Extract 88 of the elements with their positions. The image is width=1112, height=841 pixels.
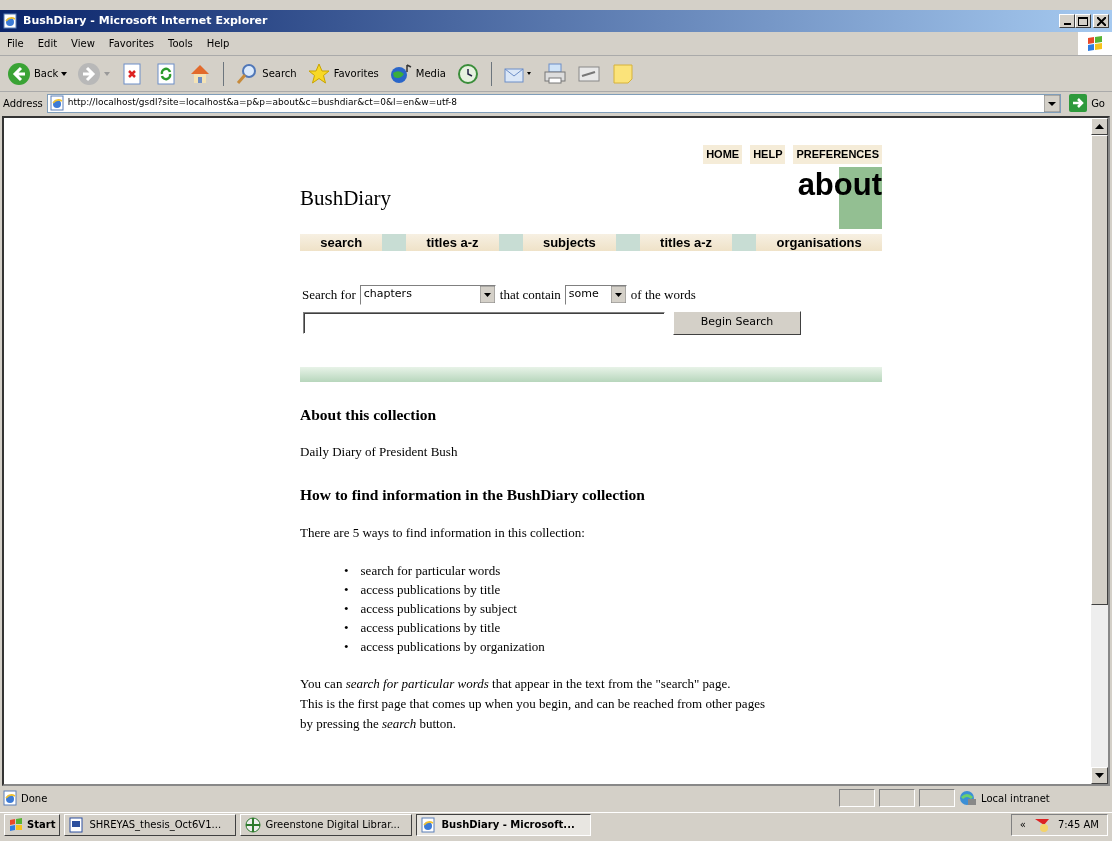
bullet: • — [344, 561, 349, 580]
paragraph: There are 5 ways to find information in this collection: — [300, 523, 586, 542]
address-label: Address — [3, 96, 43, 111]
menu-item[interactable]: View — [64, 36, 102, 51]
taskbar-button[interactable]: BushDiary - Microsoft... — [416, 813, 592, 836]
status-text: Done — [21, 791, 48, 806]
list-item: search for particular words — [360, 561, 501, 580]
windows-logo-icon — [1086, 34, 1104, 53]
bullet: • — [344, 599, 349, 618]
list-item: access publications by title — [360, 580, 501, 599]
field-label: that contain — [499, 285, 561, 304]
zone-text: Local intranet — [981, 791, 1050, 806]
star-icon — [306, 61, 331, 86]
menu-item[interactable]: Edit — [30, 36, 65, 51]
field-label: Search for — [302, 285, 356, 304]
status-pane — [839, 789, 875, 807]
collection-title: BushDiary — [300, 184, 391, 212]
maximize-icon — [1078, 16, 1088, 26]
tab-separator — [382, 233, 407, 251]
menu-item[interactable]: Help — [199, 36, 237, 51]
nav-tab[interactable]: titles a-z — [406, 233, 499, 251]
menu-item[interactable]: File — [0, 36, 31, 51]
list-item: access publications by title — [360, 618, 501, 637]
clock: 7:45 AM — [1057, 818, 1099, 832]
tray-expand-button[interactable]: « — [1019, 817, 1026, 832]
dropdown-arrow-icon[interactable] — [479, 286, 495, 303]
menu-item[interactable]: Tools — [161, 36, 200, 51]
go-button[interactable]: Go — [1065, 94, 1109, 112]
menu-item[interactable]: Favorites — [101, 36, 161, 51]
nav-link[interactable]: HOME — [703, 145, 743, 164]
globe-icon — [388, 61, 413, 86]
browser-icon — [421, 816, 438, 833]
media-button[interactable]: Media — [385, 59, 449, 88]
taskbar-button[interactable]: Greenstone Digital Librar... — [240, 813, 413, 836]
nav-tab[interactable]: organisations — [756, 233, 882, 251]
favorites-button[interactable]: Favorites — [303, 59, 382, 88]
section-heading: About this collection — [300, 405, 438, 425]
back-icon — [7, 61, 31, 86]
nav-tab[interactable]: search — [300, 233, 383, 251]
history-icon[interactable] — [455, 61, 480, 86]
start-button[interactable]: Start — [4, 813, 61, 836]
window-title: BushDiary - Microsoft Internet Explorer — [23, 12, 269, 29]
document-icon — [69, 816, 86, 833]
nav-tab[interactable]: titles a-z — [639, 233, 733, 251]
scrollbar-thumb[interactable] — [1091, 135, 1108, 605]
list-item: access publications by subject — [360, 599, 517, 618]
scrollbar[interactable] — [1091, 118, 1108, 784]
minimize-button[interactable] — [1059, 14, 1075, 28]
taskbar-button[interactable]: SHREYAS_thesis_Oct6V1... — [64, 813, 237, 836]
browser-icon — [3, 13, 19, 29]
dropdown[interactable]: some — [564, 284, 627, 305]
search-button[interactable]: Begin Search — [673, 310, 801, 335]
field-label: of the words — [630, 285, 696, 304]
list-item: access publications by organization — [360, 637, 545, 656]
status-pane — [879, 789, 915, 807]
bullet: • — [344, 580, 349, 599]
dropdown-arrow-icon[interactable] — [610, 286, 626, 303]
windows-logo-icon — [9, 817, 23, 832]
nav-link[interactable]: PREFERENCES — [793, 145, 882, 164]
nav-tab[interactable]: subjects — [522, 233, 616, 251]
scroll-up-icon[interactable] — [1095, 124, 1104, 129]
section-heading: How to find information in the BushDiary collection — [300, 486, 646, 505]
paragraph: You can search for particular words that appear in the text from the "search" page. This is the first page that comes up when you begin, and can be reached from other pages by pressing the search button. — [300, 674, 766, 733]
tab-separator — [498, 233, 523, 251]
disc-icon — [245, 816, 262, 833]
tab-separator — [615, 233, 640, 251]
dropdown-arrow-icon[interactable] — [61, 71, 68, 76]
paragraph: Daily Diary of President Bush — [300, 443, 459, 462]
nav-link[interactable]: HELP — [750, 145, 786, 164]
status-pane — [919, 789, 955, 807]
back-button[interactable]: Back — [4, 59, 71, 88]
scroll-down-icon[interactable] — [1095, 773, 1104, 778]
dropdown-arrow-icon[interactable] — [1044, 94, 1061, 112]
dropdown[interactable]: chapters — [359, 284, 496, 305]
tray-app-icon[interactable] — [1033, 816, 1050, 833]
page-icon — [49, 95, 64, 111]
search-button[interactable]: Search — [232, 59, 300, 88]
tab-separator — [732, 233, 757, 251]
network-icon — [959, 790, 977, 806]
close-button[interactable] — [1093, 14, 1109, 28]
bullet: • — [344, 618, 349, 637]
address-field[interactable]: http://localhost/gsdl?site=localhost&a=p&p=about&c=bushdiar&ct=0&l=en&w=utf-8 — [46, 93, 1062, 113]
printer-icon[interactable] — [542, 61, 567, 86]
page-icon — [3, 790, 17, 806]
minimize-icon — [1063, 23, 1071, 25]
bullet: • — [344, 637, 349, 656]
close-icon — [1096, 16, 1106, 26]
maximize-button[interactable] — [1075, 14, 1091, 28]
